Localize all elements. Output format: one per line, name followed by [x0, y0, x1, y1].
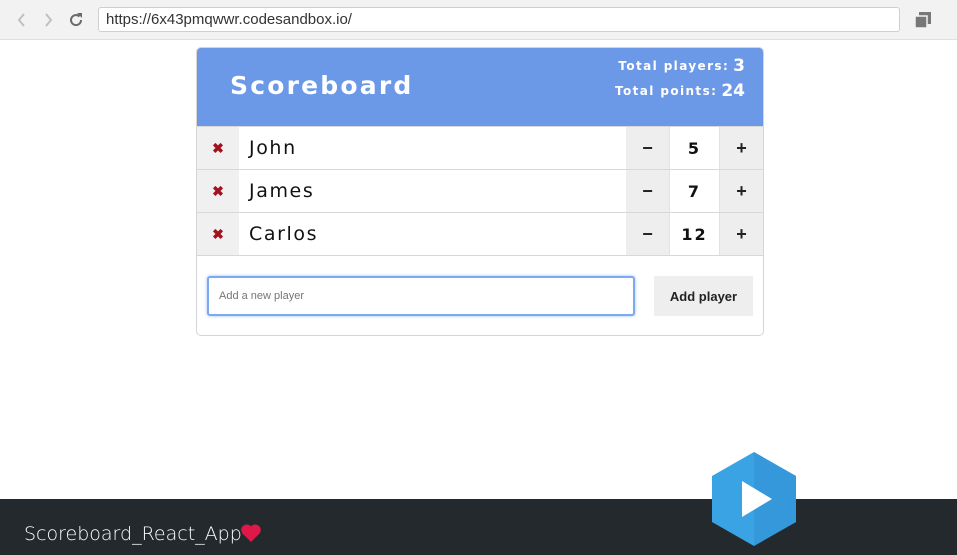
player-row: ✖ James − 7 + [197, 169, 763, 212]
total-points-label: Total points: [614, 84, 718, 98]
increment-button[interactable]: + [720, 170, 763, 212]
forward-button[interactable] [38, 10, 58, 30]
url-input[interactable]: https://6x43pmqwwr.codesandbox.io/ [98, 7, 900, 32]
open-window-button[interactable] [913, 10, 933, 30]
player-row: ✖ Carlos − 12 + [197, 212, 763, 255]
remove-player-button[interactable]: ✖ [197, 213, 239, 255]
stats-panel: Total players: 3 Total points: 24 [615, 56, 745, 106]
player-name: Carlos [249, 223, 319, 245]
increment-button[interactable]: + [720, 127, 763, 169]
score-counter: − 7 + [626, 170, 763, 212]
forward-arrow-icon [45, 13, 53, 27]
total-players-label: Total players: [618, 59, 730, 73]
remove-player-button[interactable]: ✖ [197, 170, 239, 212]
increment-button[interactable]: + [720, 213, 763, 255]
score-counter: − 5 + [626, 127, 763, 169]
total-points-value: 24 [721, 81, 745, 101]
player-row: ✖ John − 5 + [197, 126, 763, 169]
decrement-button[interactable]: − [626, 170, 669, 212]
reload-icon [70, 13, 83, 27]
copy-window-icon [914, 12, 931, 29]
total-players-value: 3 [733, 56, 745, 76]
total-points-row: Total points: 24 [615, 81, 745, 106]
reload-button[interactable] [66, 10, 86, 30]
heart-icon[interactable] [240, 523, 262, 543]
decrement-button[interactable]: − [626, 127, 669, 169]
player-name: John [249, 137, 297, 159]
scoreboard: Scoreboard Total players: 3 Total points:… [196, 47, 764, 336]
back-arrow-icon [17, 13, 25, 27]
total-players-row: Total players: 3 [615, 56, 745, 81]
add-player-button[interactable]: Add player [654, 276, 753, 316]
app-title: Scoreboard_React_App [24, 523, 242, 545]
browser-toolbar: https://6x43pmqwwr.codesandbox.io/ [0, 0, 957, 40]
player-score: 12 [669, 213, 720, 255]
player-score: 5 [669, 127, 720, 169]
scoreboard-header: Scoreboard Total players: 3 Total points:… [197, 48, 763, 126]
remove-player-button[interactable]: ✖ [197, 127, 239, 169]
player-name: James [249, 180, 315, 202]
add-player-form: Add player [197, 255, 763, 335]
scoreboard-title: Scoreboard [230, 71, 414, 100]
score-counter: − 12 + [626, 213, 763, 255]
decrement-button[interactable]: − [626, 213, 669, 255]
play-icon[interactable] [709, 450, 799, 548]
footer-bar: Scoreboard_React_App [0, 499, 957, 555]
new-player-input[interactable] [207, 276, 635, 316]
player-score: 7 [669, 170, 720, 212]
back-button[interactable] [12, 10, 32, 30]
